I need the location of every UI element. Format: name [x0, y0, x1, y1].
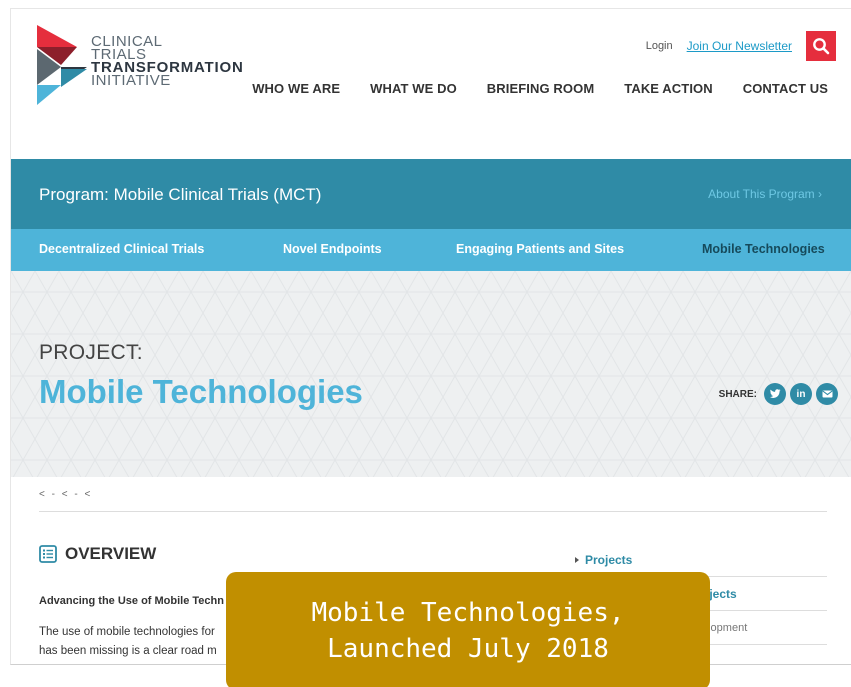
- main-nav: WHO WE ARE WHAT WE DO BRIEFING ROOM TAKE…: [252, 81, 828, 96]
- caption-overlay: Mobile Technologies, Launched July 2018: [226, 572, 710, 687]
- project-kicker: PROJECT:: [39, 341, 143, 364]
- about-program-link[interactable]: About This Program ›: [708, 187, 822, 201]
- logo-wordmark: CLINICAL TRIALS TRANSFORMATION INITIATIV…: [91, 34, 244, 88]
- page-title: Mobile Technologies: [39, 373, 363, 410]
- nav-who-we-are[interactable]: WHO WE ARE: [252, 81, 340, 96]
- breadcrumb[interactable]: < - < - <: [39, 489, 92, 500]
- overview-title: OVERVIEW: [65, 544, 157, 563]
- nav-take-action[interactable]: TAKE ACTION: [624, 81, 712, 96]
- subnav-novel-endpoints[interactable]: Novel Endpoints: [283, 242, 382, 256]
- caption-line-1: Mobile Technologies,: [311, 598, 625, 628]
- search-icon: [813, 38, 830, 55]
- project-hero: PROJECT: Mobile Technologies SHARE: in: [11, 271, 851, 477]
- overview-heading: OVERVIEW: [39, 544, 156, 564]
- list-icon: [39, 545, 57, 563]
- program-title: Program: Mobile Clinical Trials (MCT): [39, 185, 322, 204]
- utility-nav: Login Join Our Newsletter: [646, 31, 836, 61]
- twitter-icon[interactable]: [764, 383, 786, 405]
- caption-line-2: Launched July 2018: [327, 634, 609, 664]
- section-divider: [39, 511, 827, 512]
- bullet-icon: [575, 556, 579, 563]
- page-frame: CLINICAL TRIALS TRANSFORMATION INITIATIV…: [10, 8, 851, 665]
- nav-briefing-room[interactable]: BRIEFING ROOM: [487, 81, 594, 96]
- search-button[interactable]: [806, 31, 836, 61]
- share-bar: SHARE: in: [719, 383, 838, 405]
- sidebar-item-label: Projects: [585, 552, 633, 567]
- nav-what-we-do[interactable]: WHAT WE DO: [370, 81, 457, 96]
- linkedin-icon[interactable]: in: [790, 383, 812, 405]
- nav-contact-us[interactable]: CONTACT US: [743, 81, 828, 96]
- subnav-decentralized-trials[interactable]: Decentralized Clinical Trials: [39, 242, 204, 256]
- share-label: SHARE:: [718, 388, 757, 400]
- newsletter-link[interactable]: Join Our Newsletter: [687, 39, 792, 53]
- subnav-mobile-technologies[interactable]: Mobile Technologies: [702, 242, 825, 256]
- overview-lead: Advancing the Use of Mobile Techn: [39, 595, 224, 607]
- email-icon[interactable]: [816, 383, 838, 405]
- program-bar: Program: Mobile Clinical Trials (MCT) Ab…: [11, 159, 851, 229]
- login-link[interactable]: Login: [646, 40, 673, 52]
- site-header: CLINICAL TRIALS TRANSFORMATION INITIATIV…: [11, 9, 851, 159]
- logo-triangles-icon: [37, 25, 87, 105]
- program-subnav: Decentralized Clinical Trials Novel Endp…: [11, 229, 851, 280]
- ctti-logo[interactable]: CLINICAL TRIALS TRANSFORMATION INITIATIV…: [37, 25, 267, 105]
- subnav-engaging-patients[interactable]: Engaging Patients and Sites: [456, 242, 624, 256]
